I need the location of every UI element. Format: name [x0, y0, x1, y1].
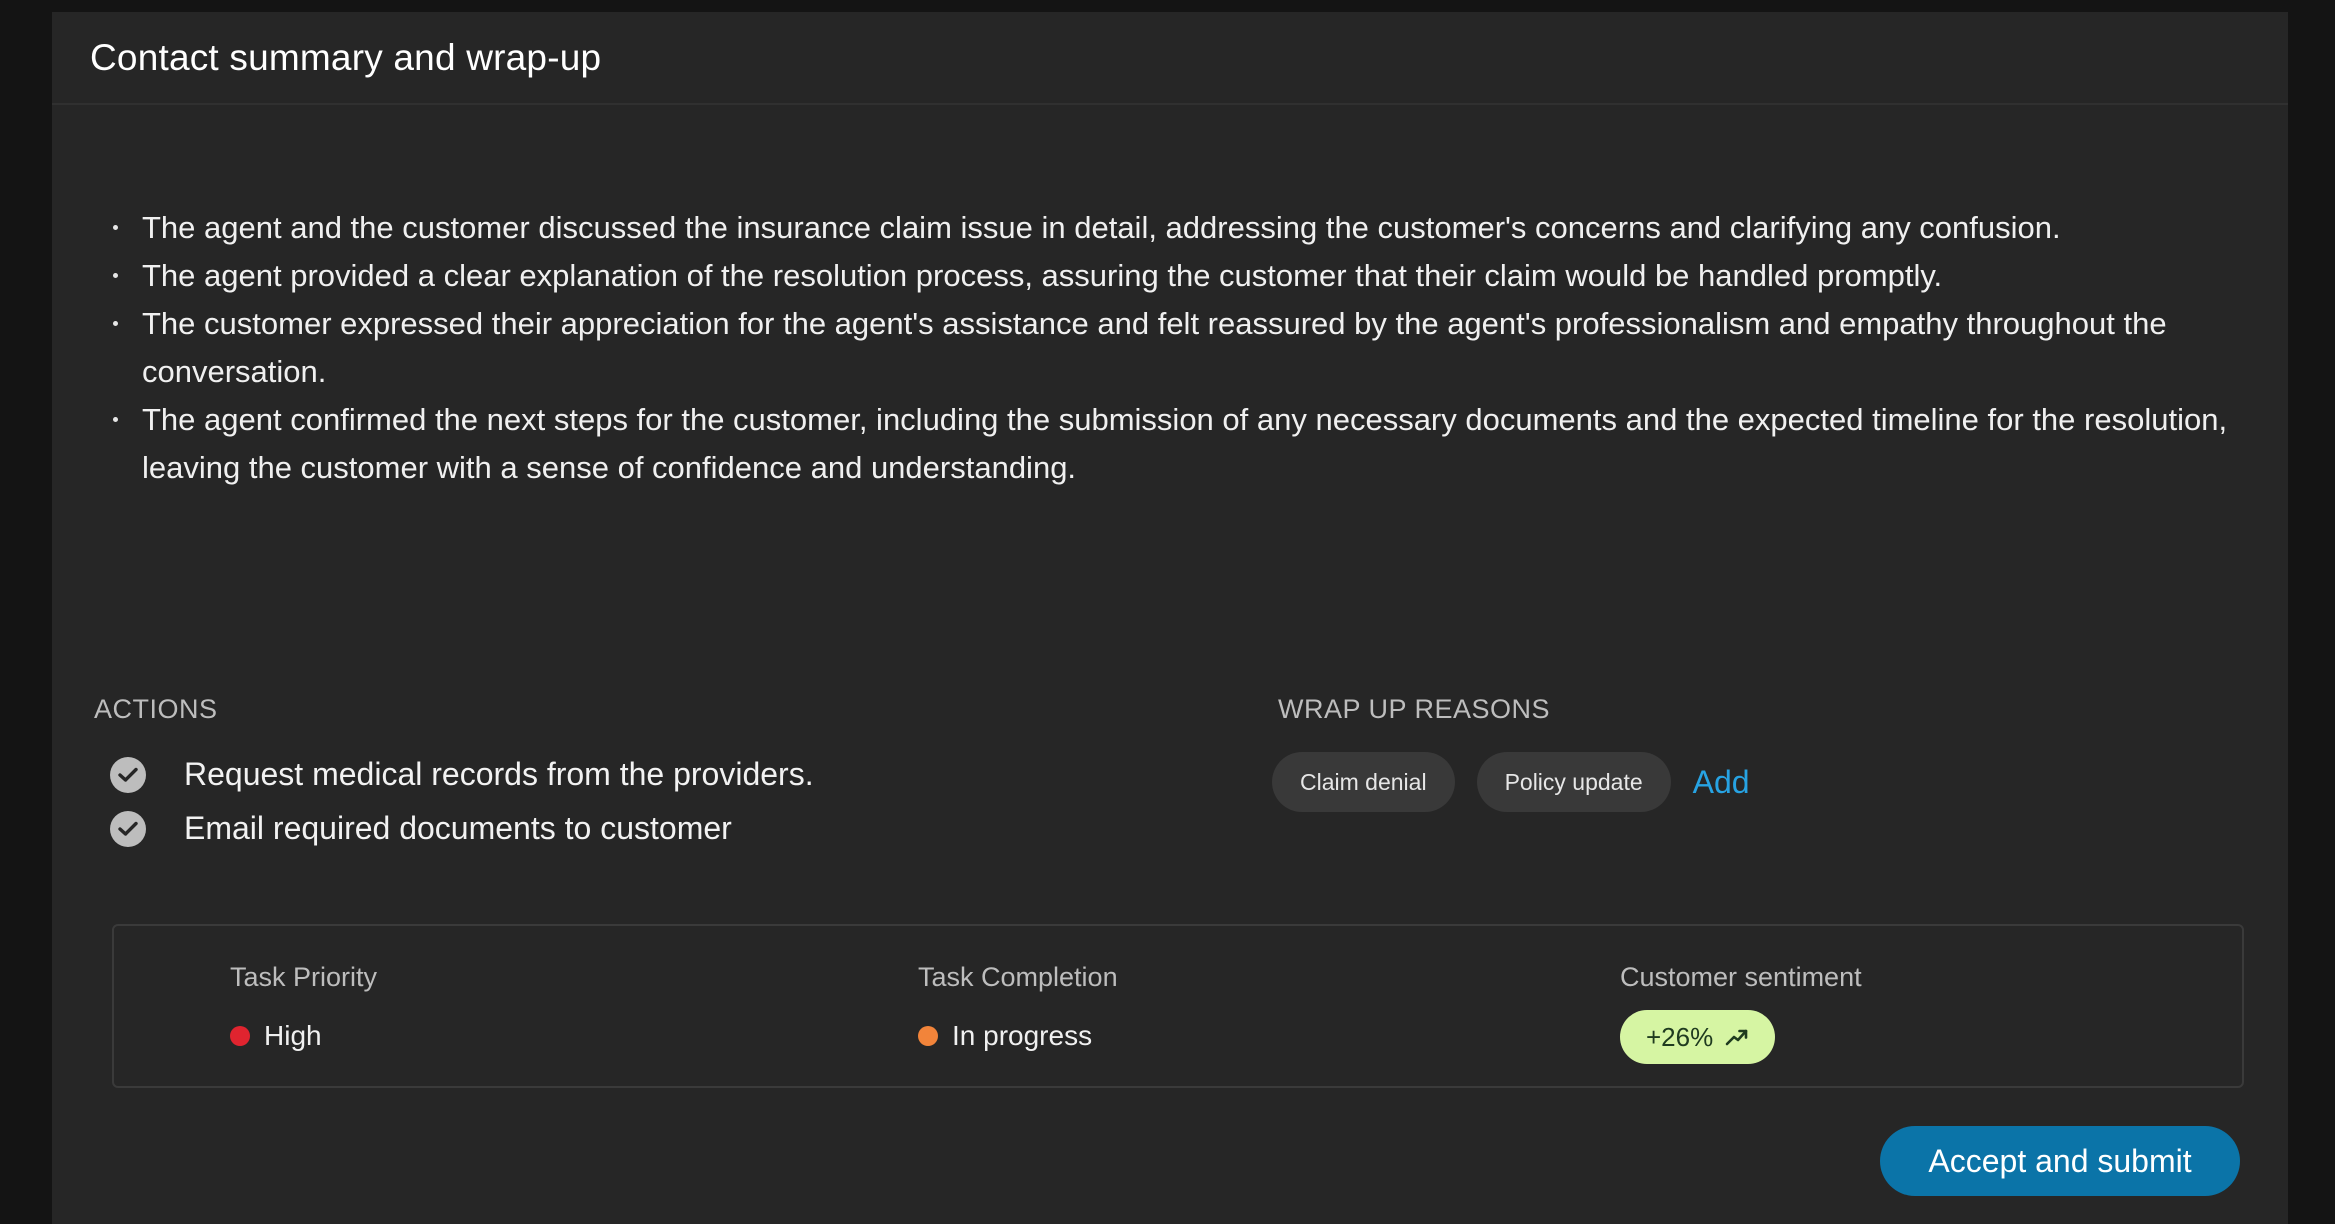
action-item[interactable]: Request medical records from the provide… — [110, 756, 814, 793]
customer-sentiment-label: Customer sentiment — [1620, 962, 1862, 992]
task-priority-label: Task Priority — [230, 962, 378, 992]
summary-item: The agent provided a clear explanation o… — [104, 252, 2264, 300]
panel-header: Contact summary and wrap-up — [52, 12, 2288, 105]
wrap-up-reasons: Claim denial Policy update Add — [1272, 752, 1750, 812]
wrap-up-panel: Contact summary and wrap-up The agent an… — [52, 12, 2288, 1224]
task-priority-value: High — [264, 1020, 322, 1051]
check-circle-icon[interactable] — [110, 756, 146, 793]
actions-label: ACTIONS — [94, 694, 218, 724]
in-progress-dot-icon — [918, 1026, 938, 1046]
task-completion-value: In progress — [952, 1020, 1093, 1051]
accept-and-submit-button[interactable]: Accept and submit — [1880, 1126, 2240, 1196]
task-priority-value-row: High — [230, 1020, 322, 1052]
wrap-up-reasons-label: WRAP UP REASONS — [1278, 694, 1551, 724]
priority-high-dot-icon — [230, 1026, 250, 1046]
sentiment-badge: +26% — [1620, 1010, 1776, 1064]
sentiment-value: +26% — [1646, 1021, 1714, 1052]
task-completion-label: Task Completion — [918, 962, 1118, 992]
summary-list: The agent and the customer discussed the… — [104, 204, 2264, 492]
reason-chip-policy-update[interactable]: Policy update — [1476, 752, 1671, 812]
action-item[interactable]: Email required documents to customer — [110, 810, 732, 847]
add-reason-link[interactable]: Add — [1693, 764, 1750, 801]
action-item-text: Email required documents to customer — [184, 810, 732, 846]
summary-item: The customer expressed their appreciatio… — [104, 300, 2264, 396]
reason-chip-claim-denial[interactable]: Claim denial — [1272, 752, 1455, 812]
trend-up-icon — [1725, 1029, 1748, 1046]
summary-item: The agent confirmed the next steps for t… — [104, 396, 2264, 492]
task-completion-value-row: In progress — [918, 1020, 1092, 1052]
action-item-text: Request medical records from the provide… — [184, 756, 814, 792]
summary-item: The agent and the customer discussed the… — [104, 204, 2264, 252]
panel-title: Contact summary and wrap-up — [90, 36, 602, 78]
task-stats-box: Task Priority High Task Completion In pr… — [112, 924, 2244, 1088]
check-circle-icon[interactable] — [110, 810, 146, 847]
